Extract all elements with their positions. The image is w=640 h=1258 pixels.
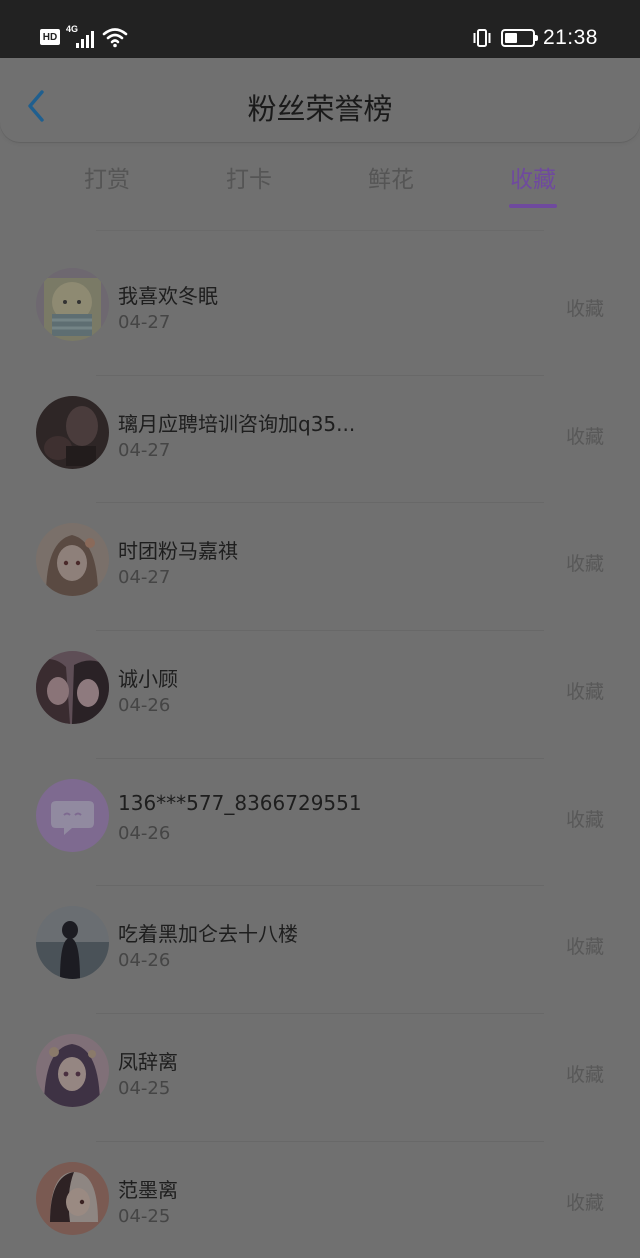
- avatar[interactable]: [36, 906, 109, 980]
- fan-date: 04-27: [118, 439, 171, 461]
- avatar[interactable]: [36, 778, 109, 852]
- list-item[interactable]: 我喜欢冬眠 04-27 收藏: [0, 248, 640, 376]
- favorite-label: 收藏: [565, 553, 604, 576]
- favorite-label: 收藏: [565, 298, 604, 320]
- fan-date: 04-27: [118, 312, 171, 333]
- battery-icon: [500, 29, 538, 47]
- list-item[interactable]: 诚小顾 04-26 收藏: [0, 631, 640, 759]
- favorite-label: 收藏: [565, 425, 604, 448]
- tab-reward[interactable]: 打赏: [57, 160, 157, 194]
- list-item[interactable]: 璃月应聘培训咨询加q35... 04-27 收藏: [0, 376, 640, 504]
- fan-date: 04-25: [118, 1205, 171, 1227]
- wifi-icon: [102, 28, 128, 48]
- status-bar: HD 4G 21:38: [0, 0, 640, 58]
- fan-name: 璃月应聘培训咨询加q35...: [118, 411, 356, 436]
- avatar[interactable]: [36, 395, 109, 469]
- fan-name: 吃着黑加仑去十八楼: [118, 922, 298, 947]
- status-left: HD 4G: [40, 24, 128, 50]
- tab-flowers[interactable]: 鲜花: [341, 160, 441, 194]
- status-time: 21:38: [542, 26, 598, 49]
- fan-name: 136***577_8366729551: [118, 790, 362, 815]
- fan-name: 范墨离: [118, 1177, 178, 1202]
- avatar[interactable]: [36, 1034, 109, 1108]
- fan-date: 04-26: [118, 822, 171, 844]
- list-item[interactable]: 凤辞离 04-25 收藏: [0, 1014, 640, 1142]
- fan-date: 04-25: [118, 1078, 171, 1100]
- fan-date: 04-26: [118, 950, 171, 972]
- avatar[interactable]: [36, 651, 109, 725]
- list-item[interactable]: 范墨离 04-25 收藏: [0, 1142, 640, 1258]
- list-item[interactable]: 吃着黑加仑去十八楼 04-26 收藏: [0, 886, 640, 1015]
- tab-checkin[interactable]: 打卡: [199, 160, 299, 194]
- cellular-signal-icon: 4G: [66, 24, 96, 48]
- favorite-label: 收藏: [565, 936, 604, 959]
- avatar[interactable]: [36, 523, 109, 597]
- list-item[interactable]: 136***577_8366729551 04-26 收藏: [0, 759, 640, 887]
- fan-date: 04-27: [118, 567, 171, 589]
- tabs-divider: [96, 230, 544, 231]
- tab-bar: 打赏 打卡 鲜花 收藏: [0, 150, 640, 214]
- vibrate-icon: [473, 29, 491, 47]
- favorite-label: 收藏: [565, 808, 604, 831]
- header-bar: 粉丝荣誉榜: [0, 58, 640, 142]
- avatar[interactable]: [36, 1161, 109, 1235]
- fan-date: 04-26: [118, 695, 171, 717]
- status-right: 21:38: [471, 24, 598, 52]
- active-tab-indicator: [509, 204, 557, 208]
- fan-name: 凤辞离: [118, 1050, 178, 1075]
- tab-favorites[interactable]: 收藏: [483, 160, 583, 194]
- page-title: 粉丝荣誉榜: [247, 92, 393, 126]
- favorite-label: 收藏: [565, 1191, 604, 1214]
- fan-name: 时团粉马嘉祺: [118, 539, 238, 564]
- hd-badge: HD: [40, 29, 60, 45]
- favorite-label: 收藏: [565, 681, 604, 704]
- fan-name: 诚小顾: [118, 667, 178, 692]
- battery-level: [504, 33, 517, 43]
- list-item[interactable]: 时团粉马嘉祺 04-27 收藏: [0, 503, 640, 632]
- avatar[interactable]: [36, 268, 109, 341]
- signal-bars: [76, 31, 94, 48]
- fan-list: 我喜欢冬眠 04-27 收藏 璃月应聘培训咨询加q35... 04-27 收藏: [0, 248, 640, 1258]
- favorite-label: 收藏: [565, 1064, 604, 1087]
- fan-name: 我喜欢冬眠: [118, 284, 218, 308]
